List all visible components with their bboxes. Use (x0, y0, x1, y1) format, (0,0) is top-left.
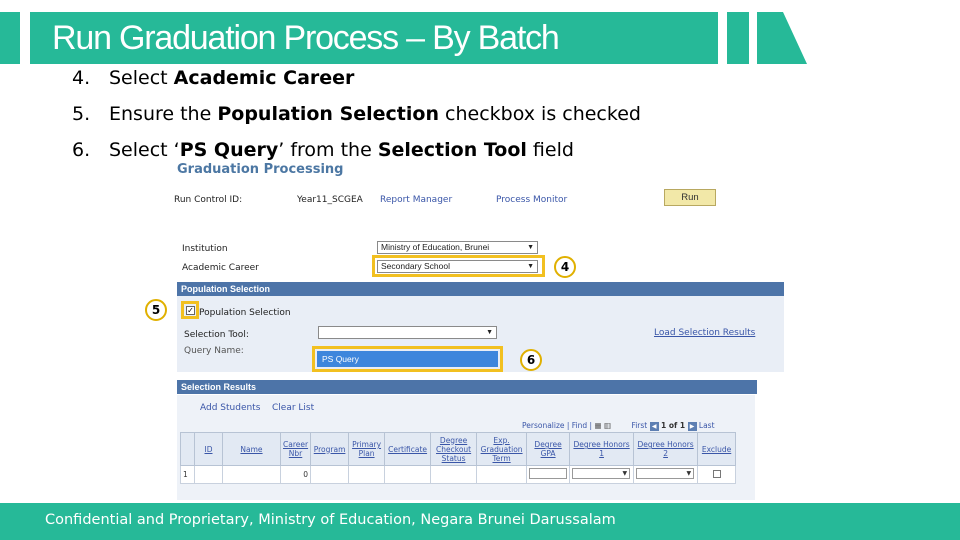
footer-bar: Confidential and Proprietary, Ministry o… (0, 503, 960, 540)
selection-tool-label: Selection Tool: (184, 330, 249, 340)
callout-6: 6 (520, 349, 542, 371)
callout-5: 5 (145, 299, 167, 321)
grid-view-icon[interactable]: ▦ (594, 421, 601, 430)
exclude-checkbox[interactable] (712, 469, 721, 478)
degree-honors-2-select[interactable]: ▼ (636, 468, 695, 479)
selection-results-header: Selection Results (177, 380, 757, 394)
grid-navigation: Personalize | Find | ▦ ▥ First ◀ 1 of 1 … (522, 421, 715, 431)
selection-tool-select[interactable]: ▼ (318, 326, 497, 339)
cell-certificate (384, 465, 432, 484)
cell-degree-gpa (526, 465, 571, 484)
cell-exclude (697, 465, 737, 484)
accent-bar-right (727, 12, 749, 64)
accent-bar-left (0, 12, 20, 64)
col-degree-honors-2[interactable]: Degree Honors 2 (633, 432, 699, 466)
cell-id (194, 465, 223, 484)
cell-exp-graduation-term (476, 465, 528, 484)
degree-honors-1-select[interactable]: ▼ (572, 468, 631, 479)
cell-name (222, 465, 281, 484)
col-career-nbr[interactable]: Career Nbr (279, 432, 312, 466)
chevron-down-icon: ▼ (527, 263, 534, 270)
cell-degree-checkout-status (430, 465, 478, 484)
instruction-list: 4. Select Academic Career 5. Ensure the Po… (72, 64, 641, 172)
col-name[interactable]: Name (222, 432, 281, 466)
load-selection-results-link[interactable]: Load Selection Results (654, 328, 755, 338)
table-header-row: ID Name Career Nbr Program Primary Plan … (180, 432, 737, 466)
clear-list-link[interactable]: Clear List (272, 403, 314, 413)
institution-select[interactable]: Ministry of Education, Brunei ▼ (377, 241, 538, 254)
academic-career-select[interactable]: Secondary School ▼ (377, 260, 538, 273)
title-banner: Run Graduation Process – By Batch (30, 12, 718, 64)
chevron-down-icon: ▼ (686, 470, 692, 477)
chevron-down-icon: ▼ (486, 329, 493, 336)
academic-career-label: Academic Career (182, 263, 259, 273)
add-students-link[interactable]: Add Students (200, 403, 260, 413)
cell-primary-plan (348, 465, 386, 484)
slide-title: Run Graduation Process – By Batch (52, 19, 560, 57)
report-manager-link[interactable]: Report Manager (380, 195, 452, 205)
cell-career-nbr: 0 (279, 465, 312, 484)
process-monitor-link[interactable]: Process Monitor (496, 195, 567, 205)
table-row: 1 0 ▼ ▼ (180, 465, 737, 484)
chevron-right-icon[interactable]: ▶ (687, 421, 697, 431)
col-rownum (180, 432, 195, 466)
step-4: 4. Select Academic Career (72, 67, 355, 89)
callout-4: 4 (554, 256, 576, 278)
run-control-value: Year11_SCGEA (297, 195, 363, 205)
personalize-find-links[interactable]: Personalize | Find | (522, 421, 592, 430)
col-degree-gpa[interactable]: Degree GPA (526, 432, 571, 466)
degree-gpa-input[interactable] (529, 468, 568, 479)
page-heading: Graduation Processing (177, 162, 344, 177)
accent-wedge-right (757, 12, 807, 64)
col-exclude[interactable]: Exclude (697, 432, 737, 466)
first-link[interactable]: First (631, 421, 647, 430)
run-button[interactable]: Run (664, 189, 716, 206)
ps-query-option[interactable]: PS Query (317, 351, 498, 367)
cell-program (310, 465, 350, 484)
cell-degree-honors-1: ▼ (569, 465, 635, 484)
population-selection-header: Population Selection (177, 282, 784, 296)
download-icon[interactable]: ▥ (604, 421, 611, 430)
footer-text: Confidential and Proprietary, Ministry o… (45, 512, 616, 528)
step-6: 6. Select ‘PS Query’ from the Selection T… (72, 139, 574, 161)
row-range: 1 of 1 (661, 421, 686, 430)
col-degree-honors-1[interactable]: Degree Honors 1 (569, 432, 635, 466)
last-link[interactable]: Last (699, 421, 715, 430)
row-number: 1 (180, 465, 195, 484)
query-name-label: Query Name: (184, 346, 244, 356)
run-control-label: Run Control ID: (174, 195, 243, 205)
population-selection-checkbox[interactable]: ✓ (186, 306, 195, 315)
chevron-left-icon[interactable]: ◀ (649, 421, 659, 431)
chevron-down-icon: ▼ (527, 244, 534, 251)
chevron-down-icon: ▼ (622, 470, 628, 477)
col-certificate[interactable]: Certificate (384, 432, 432, 466)
col-exp-graduation-term[interactable]: Exp. Graduation Term (476, 432, 528, 466)
selection-results-table: ID Name Career Nbr Program Primary Plan … (180, 432, 737, 484)
col-id[interactable]: ID (194, 432, 223, 466)
col-degree-checkout-status[interactable]: Degree Checkout Status (430, 432, 478, 466)
institution-label: Institution (182, 244, 228, 254)
cell-degree-honors-2: ▼ (633, 465, 699, 484)
population-selection-checkbox-label: Population Selection (199, 308, 291, 318)
step-5: 5. Ensure the Population Selection checkb… (72, 103, 641, 125)
col-program[interactable]: Program (310, 432, 350, 466)
col-primary-plan[interactable]: Primary Plan (348, 432, 386, 466)
